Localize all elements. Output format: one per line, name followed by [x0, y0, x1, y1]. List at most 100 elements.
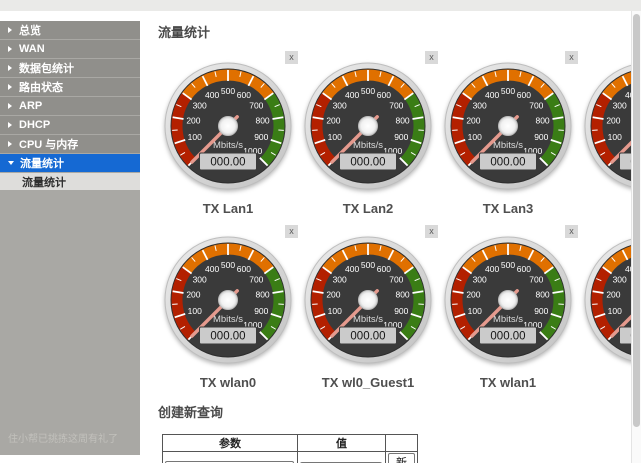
gauge-cell: x 1002003004005006007008009001000 Mbits/…	[158, 222, 298, 392]
svg-text:900: 900	[394, 306, 408, 316]
gauge-unit-label: Mbits/s	[493, 140, 523, 151]
gauge-hub	[219, 117, 238, 136]
gauge-interface-label: TX wl0_Guest1	[298, 375, 438, 390]
gauge-cell: x 1002003004005006007008009001000 Mbits/…	[298, 222, 438, 392]
svg-text:600: 600	[377, 264, 391, 274]
gauge-interface-label: TX Lan3	[438, 201, 578, 216]
svg-text:500: 500	[221, 260, 235, 270]
gauge-unit-label: Mbits/s	[493, 314, 523, 325]
sidebar-menu-item-label: WAN	[19, 43, 45, 55]
svg-text:300: 300	[333, 100, 347, 110]
sidebar-menu-item-label: 数据包统计	[19, 60, 74, 76]
svg-text:300: 300	[473, 100, 487, 110]
svg-text:300: 300	[193, 274, 207, 284]
svg-text:300: 300	[613, 274, 627, 284]
svg-text:500: 500	[361, 86, 375, 96]
sidebar-submenu-item-label: 流量统计	[22, 174, 66, 190]
sidebar-menu-item[interactable]: 总览	[0, 21, 140, 39]
triangle-icon	[8, 141, 12, 147]
sidebar-menu-item-label: 总览	[19, 22, 41, 38]
svg-text:800: 800	[255, 290, 269, 300]
svg-text:200: 200	[606, 116, 620, 126]
gauge-interface-label: TX Lan1	[158, 201, 298, 216]
gauge-hub	[219, 291, 238, 310]
sidebar-menu-item[interactable]: 流量统计	[0, 154, 140, 172]
svg-text:200: 200	[186, 116, 200, 126]
svg-text:900: 900	[254, 132, 268, 142]
gauge-value: 000.00	[350, 331, 385, 343]
svg-text:100: 100	[328, 306, 342, 316]
svg-text:500: 500	[361, 260, 375, 270]
svg-text:100: 100	[188, 306, 202, 316]
svg-text:500: 500	[501, 86, 515, 96]
svg-text:400: 400	[485, 90, 499, 100]
svg-text:100: 100	[468, 306, 482, 316]
svg-text:100: 100	[608, 306, 622, 316]
sidebar-menu-item[interactable]: CPU 与内存	[0, 135, 140, 153]
create-query-title: 创建新查询	[158, 402, 641, 421]
top-strip	[0, 0, 641, 11]
svg-text:600: 600	[237, 90, 251, 100]
sidebar-menu-item[interactable]: 路由状态	[0, 78, 140, 96]
sidebar-menu-item-label: DHCP	[19, 119, 50, 131]
svg-text:400: 400	[345, 90, 359, 100]
gauge-hub	[359, 291, 378, 310]
gauge-cell: x 1002003004005006007008009001000 Mbits/…	[438, 222, 578, 392]
svg-text:400: 400	[345, 264, 359, 274]
svg-text:500: 500	[501, 260, 515, 270]
triangle-icon	[8, 122, 12, 128]
vertical-scrollbar[interactable]	[631, 11, 641, 463]
svg-text:800: 800	[535, 290, 549, 300]
sidebar-menu-item[interactable]: ARP	[0, 97, 140, 115]
triangle-icon	[8, 65, 12, 71]
gauge-unit-label: Mbits/s	[213, 140, 243, 151]
table-input-row: Interface RX 新增	[163, 452, 418, 463]
svg-text:600: 600	[377, 90, 391, 100]
svg-text:800: 800	[395, 116, 409, 126]
sidebar-menu-item[interactable]: 数据包统计	[0, 59, 140, 77]
sidebar-menu: 总览 WAN 数据包统计 路由状态 ARP DHCP CPU 与内存 流量统计 …	[0, 21, 140, 190]
gauge-cell: x 1002003004005006007008009001000 Mbits/…	[158, 48, 298, 218]
gauge-interface-label: TX wlan0	[158, 375, 298, 390]
svg-text:100: 100	[608, 132, 622, 142]
add-button[interactable]: 新增	[388, 453, 415, 463]
speedometer-gauge: 1002003004005006007008009001000 Mbits/s …	[444, 236, 572, 364]
speedometer-gauge: 1002003004005006007008009001000 Mbits/s …	[444, 62, 572, 190]
svg-text:200: 200	[326, 116, 340, 126]
triangle-icon	[8, 103, 12, 109]
gauge-cell: x 1002003004005006007008009001000 Mbits/…	[438, 48, 578, 218]
sidebar-menu-item-label: 流量统计	[20, 155, 64, 171]
svg-text:700: 700	[529, 274, 543, 284]
sidebar-menu-item-label: 路由状态	[19, 79, 63, 95]
main-content: 流量统计 x 1002003004005006007008009001000 M…	[158, 11, 641, 463]
gauge-unit-label: Mbits/s	[213, 314, 243, 325]
gauge-cell: x 1002003004005006007008009001000 Mbits/…	[298, 48, 438, 218]
speedometer-gauge: 1002003004005006007008009001000 Mbits/s …	[164, 236, 292, 364]
triangle-icon	[8, 27, 12, 33]
svg-text:100: 100	[188, 132, 202, 142]
action-column-header	[386, 435, 418, 452]
gauge-grid: x 1002003004005006007008009001000 Mbits/…	[158, 48, 641, 392]
sidebar-submenu-item[interactable]: 流量统计	[0, 173, 140, 190]
svg-text:900: 900	[534, 132, 548, 142]
gauge-hub	[359, 117, 378, 136]
svg-text:600: 600	[517, 264, 531, 274]
sidebar-menu-item[interactable]: DHCP	[0, 116, 140, 134]
sidebar-menu-item[interactable]: WAN	[0, 40, 140, 58]
gauge-unit-label: Mbits/s	[353, 140, 383, 151]
sidebar: 总览 WAN 数据包统计 路由状态 ARP DHCP CPU 与内存 流量统计 …	[0, 21, 140, 455]
svg-text:200: 200	[186, 290, 200, 300]
page-title: 流量统计	[158, 22, 641, 41]
triangle-icon	[8, 46, 12, 52]
svg-text:600: 600	[517, 90, 531, 100]
svg-text:800: 800	[255, 116, 269, 126]
create-query-section: 创建新查询 参数 值 Interface RX	[158, 402, 641, 463]
svg-text:200: 200	[326, 290, 340, 300]
param-column-header: 参数	[163, 435, 298, 452]
triangle-icon	[8, 84, 12, 90]
table-header-row: 参数 值	[163, 435, 418, 452]
svg-text:300: 300	[333, 274, 347, 284]
speedometer-gauge: 1002003004005006007008009001000 Mbits/s …	[304, 62, 432, 190]
scrollbar-thumb[interactable]	[633, 14, 640, 427]
speedometer-gauge: 1002003004005006007008009001000 Mbits/s …	[164, 62, 292, 190]
